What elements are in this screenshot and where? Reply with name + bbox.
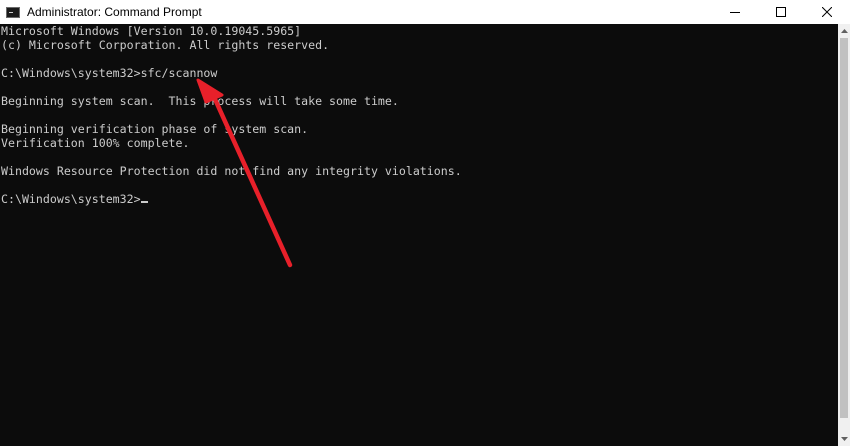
title-bar[interactable]: Administrator: Command Prompt [0,0,850,24]
command-prompt-icon [6,6,20,18]
current-prompt: C:\Windows\system32> [1,192,141,206]
console-output[interactable]: Microsoft Windows [Version 10.0.19045.59… [0,24,838,446]
close-icon [822,7,832,17]
close-button[interactable] [804,0,850,24]
scroll-down-icon [840,437,848,441]
scroll-down-button[interactable] [838,433,850,445]
console-line: Verification 100% complete. [1,136,190,150]
text-cursor [140,201,148,203]
maximize-button[interactable] [758,0,804,24]
console-line: Beginning system scan. This process will… [1,94,399,108]
vertical-scrollbar[interactable] [838,24,850,446]
console-line: (c) Microsoft Corporation. All rights re… [1,38,330,52]
scrollbar-thumb[interactable] [840,38,848,418]
window-controls [712,0,850,24]
current-prompt-line[interactable]: C:\Windows\system32> [1,192,148,206]
console-line: C:\Windows\system32>sfc/scannow [1,66,218,80]
console-line: Beginning verification phase of system s… [1,122,309,136]
maximize-icon [776,7,786,17]
scroll-up-button[interactable] [838,25,850,37]
command-prompt-window: Administrator: Command Prompt Microsoft … [0,0,850,446]
minimize-button[interactable] [712,0,758,24]
console-line: Microsoft Windows [Version 10.0.19045.59… [1,24,302,38]
console-line: Windows Resource Protection did not find… [1,164,462,178]
scroll-up-icon [840,29,848,33]
window-title: Administrator: Command Prompt [27,5,202,19]
minimize-icon [730,12,740,13]
